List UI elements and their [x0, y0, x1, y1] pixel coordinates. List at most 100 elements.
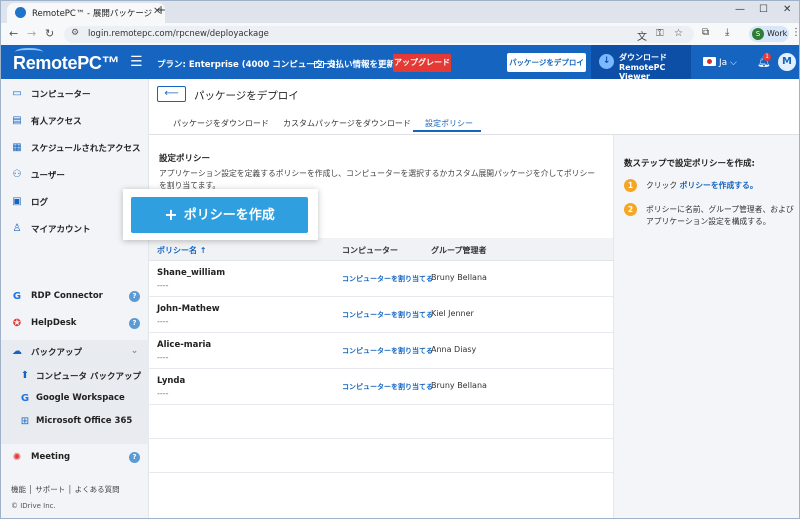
notification-badge: 1 [763, 53, 771, 61]
address-bar[interactable]: ⚙ login.remotepc.com/rpcnew/deployackage… [64, 26, 694, 43]
create-policy-label: ポリシーを作成 [183, 208, 275, 223]
assign-computer-link[interactable]: コンピューターを割り当てる [342, 346, 433, 356]
column-policy-name[interactable]: ポリシー名 ↑ [157, 245, 207, 256]
policy-name[interactable]: Lynda [157, 376, 185, 386]
assign-computer-link[interactable]: コンピューターを割り当てる [342, 274, 433, 284]
table-row[interactable]: Lynda ---- コンピューターを割り当てる Bruny Bellana [149, 369, 613, 405]
sidebar-item-scheduled-access[interactable]: ▦ スケジュールされたアクセス [1, 137, 149, 159]
sidebar-item-users[interactable]: ⚇ ユーザー [1, 164, 149, 186]
policy-sub: ---- [157, 389, 169, 398]
address-row: ← → ↻ ⚙ login.remotepc.com/rpcnew/deploy… [1, 23, 799, 45]
translate-icon[interactable]: 文 [637, 28, 647, 43]
profile-label: Work [767, 29, 788, 38]
create-policy-button[interactable]: + ポリシーを作成 [131, 197, 308, 233]
sidebar-item-helpdesk[interactable]: ✪ HelpDesk? [1, 313, 149, 335]
tab-settings-policy[interactable]: 設定ポリシー [425, 118, 473, 129]
table-row[interactable]: John-Mathew ---- コンピューターを割り当てる Kiel Jenn… [149, 297, 613, 333]
sidebar-item-attended-access[interactable]: ▤ 有人アクセス [1, 110, 149, 132]
deploy-package-button[interactable]: パッケージをデプロイ [507, 53, 586, 72]
help-icon[interactable]: ? [129, 291, 140, 302]
tab-title: RemotePC™ - 展開パッケージ [32, 9, 153, 19]
assign-computer-link[interactable]: コンピューターを割り当てる [342, 310, 433, 320]
column-computer: コンピューター [342, 246, 398, 255]
download-label: ダウンロード [619, 53, 667, 62]
url-text: login.remotepc.com/rpcnew/deployackage [88, 29, 269, 39]
column-group-admin: グループ管理者 [431, 246, 487, 255]
back-arrow-icon[interactable]: ← [9, 27, 18, 40]
help-icon[interactable]: ? [129, 318, 140, 329]
group-admin: Anna Diasy [431, 345, 477, 354]
viewer-label: RemotePC Viewer [619, 63, 666, 81]
table-header: ポリシー名 ↑ コンピューター グループ管理者 [149, 238, 613, 261]
assign-computer-link[interactable]: コンピューターを割り当てる [342, 382, 433, 392]
sidebar-item-google-workspace[interactable]: G Google Workspace [1, 388, 149, 410]
back-button[interactable]: ⟵ [157, 86, 186, 102]
sidebar-item-rdp-connector[interactable]: G RDP Connector? [1, 286, 149, 308]
minimize-icon[interactable]: — [735, 4, 745, 15]
policy-sub: ---- [157, 317, 169, 326]
browser-menu-icon[interactable]: ⋮ [791, 27, 799, 38]
meeting-icon: ✺ [12, 452, 22, 463]
table-row[interactable]: Shane_william ---- コンピューターを割り当てる Bruny B… [149, 261, 613, 297]
extensions-icon[interactable]: ⧉ [702, 27, 709, 38]
tab-download-package[interactable]: パッケージをダウンロード [173, 118, 269, 129]
sidebar-footer-links: 機能 │ サポート │ よくある質問 [11, 485, 120, 494]
profile-button[interactable]: S Work [749, 26, 789, 42]
site-info-icon[interactable]: ⚙ [71, 28, 79, 38]
page-title: パッケージをデプロイ [194, 90, 299, 102]
monitor-icon: ▭ [12, 88, 22, 99]
help-icon[interactable]: ? [129, 452, 140, 463]
footer-link-features[interactable]: 機能 [11, 485, 26, 494]
hamburger-menu-icon[interactable]: ☰ [130, 54, 143, 70]
remotepc-favicon-icon [15, 7, 26, 18]
sidebar-item-backup[interactable]: ☁ バックアップ ⌄ [1, 341, 149, 363]
chevron-down-icon[interactable]: ⌄ [129, 346, 140, 357]
step-text: ポリシーに名前、グループ管理者、およびアプリケーション設定を構成する。 [646, 205, 794, 226]
policy-name[interactable]: Alice-maria [157, 340, 211, 350]
reload-icon[interactable]: ↻ [45, 27, 54, 40]
backup-icon: ⬆ [20, 370, 30, 381]
active-tab-indicator [413, 130, 481, 132]
new-tab-icon[interactable]: + [156, 3, 166, 17]
downloads-icon[interactable]: ⤓ [725, 27, 729, 38]
footer-link-faq[interactable]: よくある質問 [75, 485, 120, 494]
calendar-icon: ▦ [12, 142, 22, 153]
table-row[interactable]: Alice-maria ---- コンピューターを割り当てる Anna Dias… [149, 333, 613, 369]
bookmark-star-icon[interactable]: ☆ [674, 28, 683, 39]
close-window-icon[interactable]: ✕ [783, 4, 791, 15]
tab-download-custom-package[interactable]: カスタムパッケージをダウンロード [283, 118, 411, 129]
maximize-icon[interactable]: ☐ [759, 4, 768, 15]
sidebar-item-computers[interactable]: ▭ コンピューター [1, 83, 149, 105]
footer-link-support[interactable]: サポート [35, 485, 65, 494]
table-row-empty [149, 405, 613, 439]
logo-arc-icon [15, 48, 43, 56]
language-label: Ja [719, 58, 728, 68]
user-avatar[interactable]: M [778, 53, 796, 71]
tab-strip: RemotePC™ - 展開パッケージ ✕ + — ☐ ✕ [1, 1, 799, 23]
password-key-icon[interactable]: ⚿ [656, 28, 664, 39]
section-title: 設定ポリシー [159, 154, 211, 164]
upgrade-button[interactable]: アップグレード [393, 54, 451, 72]
sidebar-item-label: 有人アクセス [31, 117, 82, 127]
sidebar-item-label: Meeting [31, 452, 71, 462]
sidebar-item-label: Google Workspace [36, 393, 125, 403]
sidebar-item-office-365[interactable]: ⊞ Microsoft Office 365 [1, 411, 149, 433]
sidebar-item-computer-backup[interactable]: ⬆ コンピュータ バックアップ [1, 365, 149, 387]
backup-group: ☁ バックアップ ⌄ ⬆ コンピュータ バックアップ G Google Workspac… [1, 340, 149, 444]
language-selector[interactable]: Ja ⌵ [703, 57, 737, 68]
download-viewer-button[interactable]: ↓ ダウンロード RemotePC Viewer [591, 45, 691, 81]
policy-name[interactable]: John-Mathew [157, 304, 220, 314]
update-billing-link[interactable]: 支払い情報を更新 [314, 58, 395, 70]
create-policy-link[interactable]: ポリシーを作成する。 [680, 181, 758, 190]
browser-tab[interactable]: RemotePC™ - 展開パッケージ ✕ [7, 3, 165, 23]
sidebar-item-label: Microsoft Office 365 [36, 416, 133, 426]
forward-arrow-icon[interactable]: → [27, 27, 36, 40]
sidebar: ▭ コンピューター ▤ 有人アクセス ▦ スケジュールされたアクセス ⚇ ユーザー ▣ ロ… [1, 79, 149, 518]
policy-sub: ---- [157, 353, 169, 362]
sidebar-item-meeting[interactable]: ✺ Meeting? [1, 447, 149, 469]
users-icon: ⚇ [12, 169, 22, 180]
remotepc-logo[interactable]: RemotePC™ [13, 48, 120, 74]
policy-name[interactable]: Shane_william [157, 268, 225, 278]
google-g-icon: G [12, 291, 22, 302]
account-icon: ♙ [12, 223, 22, 234]
